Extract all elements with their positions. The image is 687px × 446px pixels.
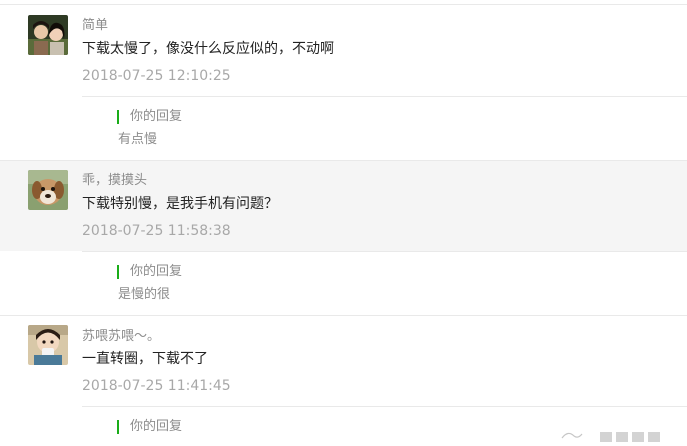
comment-text: 一直转圈，下载不了	[82, 351, 208, 367]
comment-nickname: 简单	[82, 18, 109, 33]
reply-indicator-bar	[117, 110, 119, 124]
reply-text: 是慢的很	[118, 287, 171, 302]
avatar[interactable]	[28, 325, 68, 365]
divider	[0, 4, 687, 5]
reply-indicator-bar	[117, 420, 119, 434]
divider	[0, 160, 687, 161]
reply-label: 你的回复	[130, 264, 183, 279]
reply-label: 你的回复	[130, 419, 183, 434]
comment-list: 简单 下载太慢了，像没什么反应似的，不动啊 2018-07-25 12:10:2…	[0, 0, 687, 442]
watermark-logo	[560, 426, 680, 442]
divider	[82, 96, 687, 97]
reply-label: 你的回复	[130, 109, 183, 124]
avatar[interactable]	[28, 170, 68, 210]
comment-timestamp: 2018-07-25 11:58:38	[82, 223, 231, 239]
comment-timestamp: 2018-07-25 12:10:25	[82, 68, 231, 84]
reply-indicator-bar	[117, 265, 119, 279]
comment-nickname: 乖，摸摸头	[82, 173, 148, 188]
comment-nickname: 苏喂苏喂～。	[82, 329, 161, 344]
reply-text: 有点慢	[118, 132, 158, 147]
divider	[0, 315, 687, 316]
comment-text: 下载特别慢，是我手机有问题？	[82, 196, 278, 212]
avatar[interactable]	[28, 15, 68, 55]
divider	[82, 251, 687, 252]
comment-text: 下载太慢了，像没什么反应似的，不动啊	[82, 41, 334, 57]
comment-timestamp: 2018-07-25 11:41:45	[82, 378, 231, 394]
divider	[82, 406, 687, 407]
